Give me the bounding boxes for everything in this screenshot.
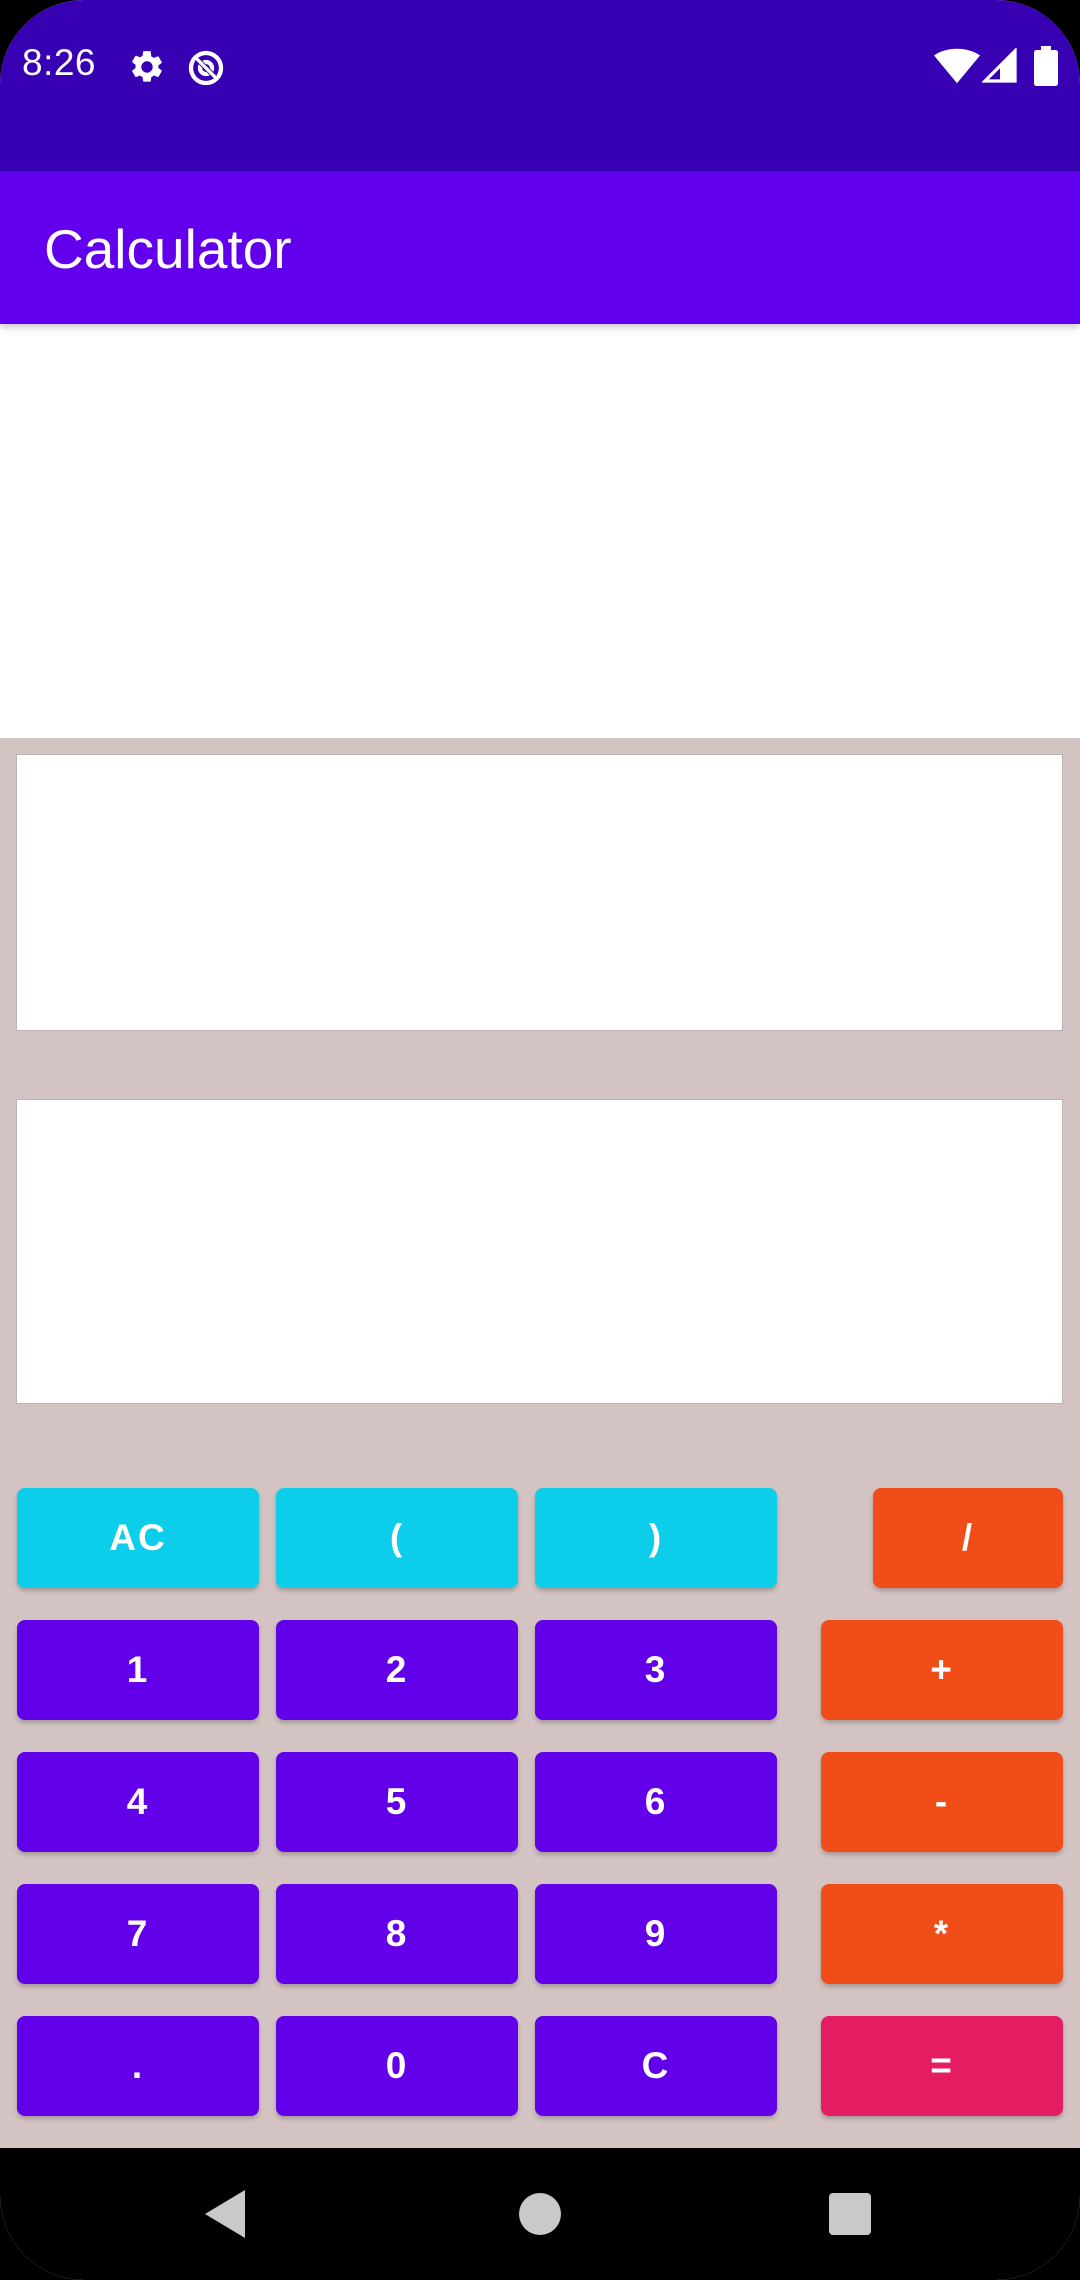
digit-1-button[interactable]: 1 [17,1620,259,1720]
app-bar: Calculator [0,171,1080,324]
all-clear-button[interactable]: AC [17,1488,259,1588]
decimal-point-button[interactable]: . [17,2016,259,2116]
digit-5-button[interactable]: 5 [276,1752,518,1852]
back-icon[interactable] [205,2190,245,2238]
result-display [16,1099,1063,1404]
plus-button[interactable]: + [821,1620,1063,1720]
app-title: Calculator [44,218,292,280]
open-paren-button[interactable]: ( [276,1488,518,1588]
recents-icon[interactable] [829,2193,871,2235]
signal-icon [981,47,1018,89]
equals-button[interactable]: = [821,2016,1063,2116]
wifi-icon [934,48,980,89]
digit-4-button[interactable]: 4 [17,1752,259,1852]
expression-display[interactable] [16,754,1063,1031]
digit-6-button[interactable]: 6 [535,1752,777,1852]
battery-icon [1034,46,1058,91]
clear-button[interactable]: C [535,2016,777,2116]
home-icon[interactable] [519,2193,561,2235]
digit-0-button[interactable]: 0 [276,2016,518,2116]
phone-screen: 8:26 Calculator AC () / 1 2 3 + 4 5 6 -… [0,0,1080,2280]
gear-icon [128,48,166,91]
status-bar: 8:26 [0,0,1080,171]
digit-8-button[interactable]: 8 [276,1884,518,1984]
digit-3-button[interactable]: 3 [535,1620,777,1720]
divide-button[interactable]: / [873,1488,1063,1588]
status-time: 8:26 [22,42,97,83]
data-saver-icon [186,48,226,93]
digit-2-button[interactable]: 2 [276,1620,518,1720]
multiply-button[interactable]: * [821,1884,1063,1984]
minus-button[interactable]: - [821,1752,1063,1852]
navigation-bar [0,2148,1080,2280]
calculator-panel: AC ( ) / 1 2 3 + 4 5 6 - 7 8 9 * . 0 C = [0,738,1080,2148]
close-paren-button[interactable]: ) [535,1488,777,1588]
digit-9-button[interactable]: 9 [535,1884,777,1984]
digit-7-button[interactable]: 7 [17,1884,259,1984]
